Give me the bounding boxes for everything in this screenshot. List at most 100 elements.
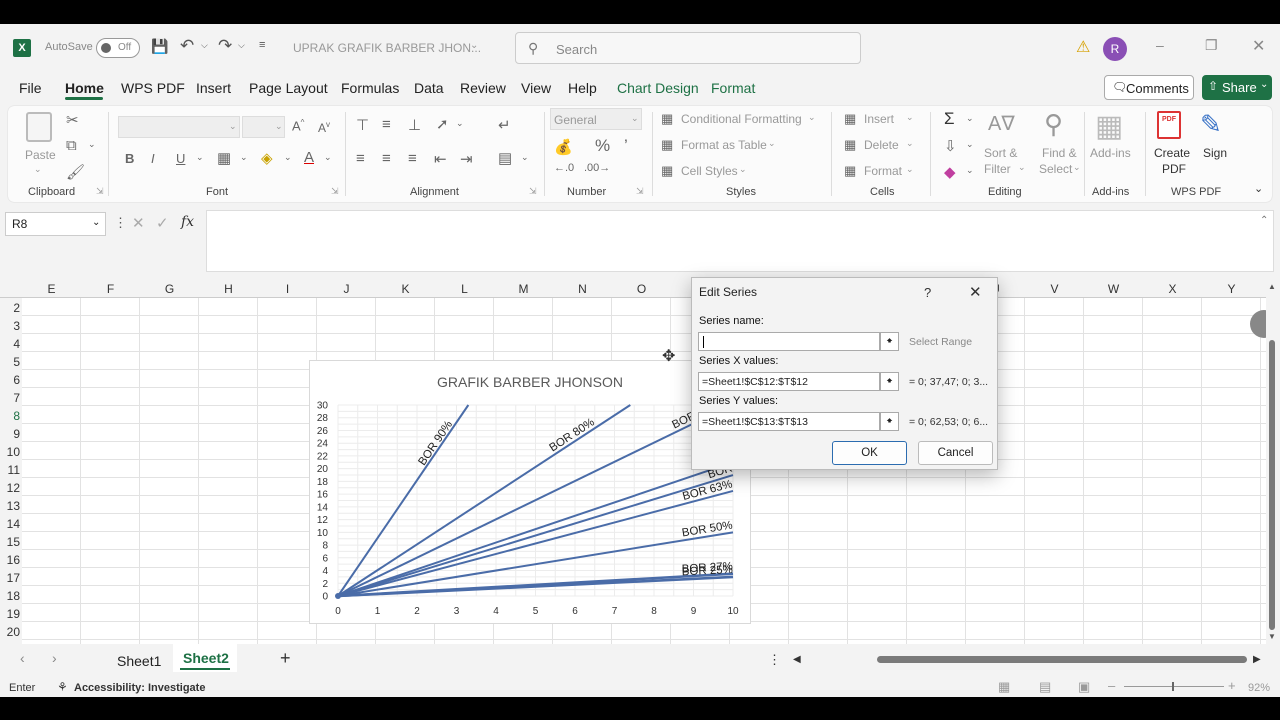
page-break-view-icon[interactable]: ▣ [1078, 679, 1090, 695]
help-button[interactable]: ? [924, 285, 931, 300]
create-pdf-icon[interactable]: PDF [1157, 111, 1181, 139]
filter-chevron-icon[interactable]: ⌄ [1018, 162, 1026, 173]
row-header[interactable]: 8 [0, 409, 20, 423]
menu-data[interactable]: Data [414, 80, 444, 96]
fill-down-icon[interactable]: ⇩ [944, 137, 957, 155]
filter-label[interactable]: Filter [984, 162, 1011, 176]
format-cells-chevron-icon[interactable]: ⌄ [906, 164, 914, 175]
cut-icon[interactable]: ✂ [66, 111, 79, 129]
column-header[interactable]: V [1025, 282, 1084, 296]
menu-formulas[interactable]: Formulas [341, 80, 399, 96]
zoom-out-icon[interactable]: – [1108, 678, 1115, 693]
row-header[interactable]: 3 [0, 319, 20, 333]
insert-cells-label[interactable]: Insert [864, 112, 894, 126]
zoom-slider[interactable] [1124, 682, 1224, 691]
alignment-launcher-icon[interactable]: ⇲ [529, 186, 537, 197]
cell-styles-label[interactable]: Cell Styles [681, 164, 738, 178]
row-header[interactable]: 15 [0, 535, 20, 549]
align-bottom-icon[interactable]: ⊥ [408, 116, 421, 134]
format-cells-icon[interactable]: ▦ [844, 163, 856, 179]
chart[interactable]: GRAFIK BARBER JHONSON 0 1 2 3 4 5 6 7 8 9 10 0 2 4 6 8 1… [309, 360, 751, 624]
menu-insert[interactable]: Insert [196, 80, 231, 96]
cancel-button[interactable]: Cancel [918, 441, 993, 465]
format-as-table-icon[interactable]: ▦ [661, 137, 673, 153]
orientation-icon[interactable]: ➚ [436, 115, 449, 133]
sort-filter-icon[interactable]: A∇ [988, 111, 1015, 136]
underline-chevron-icon[interactable]: ⌄ [196, 152, 204, 163]
menu-format[interactable]: Format [711, 80, 755, 96]
row-header[interactable]: 19 [0, 607, 20, 621]
name-box[interactable]: R8 ⌄ [5, 212, 106, 236]
comma-style-icon[interactable]: ’ [624, 136, 628, 156]
paste-icon[interactable] [26, 112, 52, 142]
zoom-slider-thumb[interactable] [1172, 682, 1174, 691]
row-header[interactable]: 12 [0, 481, 20, 495]
italic-icon[interactable]: I [151, 151, 155, 166]
file-name-chevron-icon[interactable]: ⌄ [470, 40, 478, 51]
autosave-toggle[interactable]: Off [96, 38, 140, 58]
accessibility-icon[interactable]: ⚘ [57, 680, 68, 694]
series-x-collapse-button[interactable]: 🠹 [880, 372, 899, 391]
add-ins-icon[interactable]: ▦ [1095, 109, 1123, 144]
clear-chevron-icon[interactable]: ⌄ [966, 165, 974, 176]
select-label[interactable]: Select [1039, 162, 1072, 176]
row-header[interactable]: 14 [0, 517, 20, 531]
font-size-box[interactable]: ⌄ [242, 116, 285, 138]
number-launcher-icon[interactable]: ⇲ [636, 186, 644, 197]
paste-chevron-icon[interactable]: ⌄ [34, 164, 42, 175]
ribbon-collapse-icon[interactable]: ⌄ [1254, 182, 1263, 195]
add-sheet-icon[interactable]: + [280, 648, 291, 669]
underline-icon[interactable]: U [176, 151, 185, 166]
row-header[interactable]: 6 [0, 373, 20, 387]
avatar[interactable]: R [1103, 37, 1127, 61]
fill-chevron-icon[interactable]: ⌄ [284, 152, 292, 163]
row-header[interactable]: 11 [0, 463, 20, 477]
conditional-formatting-icon[interactable]: ▦ [661, 111, 673, 127]
next-sheet-icon[interactable]: › [52, 650, 57, 666]
clipboard-launcher-icon[interactable]: ⇲ [96, 186, 104, 197]
series-y-input[interactable]: =Sheet1!$C$13:$T$13 [698, 412, 880, 431]
formula-expand-icon[interactable]: ⌃ [1260, 215, 1268, 226]
page-layout-view-icon[interactable]: ▤ [1039, 679, 1051, 695]
merge-chevron-icon[interactable]: ⌄ [521, 152, 529, 163]
align-left-icon[interactable]: ≡ [356, 150, 365, 167]
column-header[interactable]: L [435, 282, 494, 296]
comments-button[interactable]: 🗨 Comments [1104, 75, 1194, 100]
align-right-icon[interactable]: ≡ [408, 150, 417, 167]
sheet-tab-sheet1[interactable]: Sheet1 [117, 653, 161, 669]
sheet-tab-sheet2[interactable]: Sheet2 [183, 650, 229, 666]
tabs-more-icon[interactable]: ⋮ [768, 652, 781, 668]
borders-chevron-icon[interactable]: ⌄ [240, 152, 248, 163]
decrease-decimal-icon[interactable]: .00→ [584, 162, 610, 174]
increase-indent-icon[interactable]: ⇥ [460, 150, 473, 168]
warning-icon[interactable]: ⚠ [1076, 37, 1090, 57]
row-header[interactable]: 16 [0, 553, 20, 567]
decrease-indent-icon[interactable]: ⇤ [434, 150, 447, 168]
prev-sheet-icon[interactable]: ‹ [20, 650, 25, 666]
close-window-icon[interactable]: ✕ [1252, 36, 1265, 56]
number-format-box[interactable]: General ⌄ [550, 108, 642, 130]
row-header[interactable]: 9 [0, 427, 20, 441]
percent-icon[interactable]: % [595, 136, 610, 156]
formula-more-icon[interactable]: ⋮ [114, 215, 127, 231]
align-top-icon[interactable]: ⊤ [356, 116, 369, 134]
row-header[interactable]: 4 [0, 337, 20, 351]
wrap-text-icon[interactable]: ↵ [498, 116, 511, 134]
currency-icon[interactable]: 💰 [554, 138, 573, 156]
row-header[interactable]: 7 [0, 391, 20, 405]
font-launcher-icon[interactable]: ⇲ [331, 186, 339, 197]
find-label[interactable]: Find & [1042, 146, 1077, 160]
share-button[interactable]: ⇧ Share ⌄ [1202, 75, 1272, 100]
insert-cells-icon[interactable]: ▦ [844, 111, 856, 127]
borders-icon[interactable]: ▦ [217, 149, 231, 167]
horizontal-scroll-thumb[interactable] [877, 656, 1247, 663]
search-box[interactable]: ⚲ Search [515, 32, 861, 64]
copy-chevron-icon[interactable]: ⌄ [88, 139, 96, 150]
vertical-scrollbar[interactable]: ▲ ▼ [1266, 280, 1278, 644]
zoom-in-icon[interactable]: + [1228, 678, 1236, 693]
zoom-level[interactable]: 92% [1248, 682, 1270, 694]
menu-review[interactable]: Review [460, 80, 506, 96]
menu-home[interactable]: Home [65, 80, 104, 96]
increase-font-icon[interactable]: A^ [292, 118, 304, 133]
sort-label[interactable]: Sort & [984, 146, 1017, 160]
